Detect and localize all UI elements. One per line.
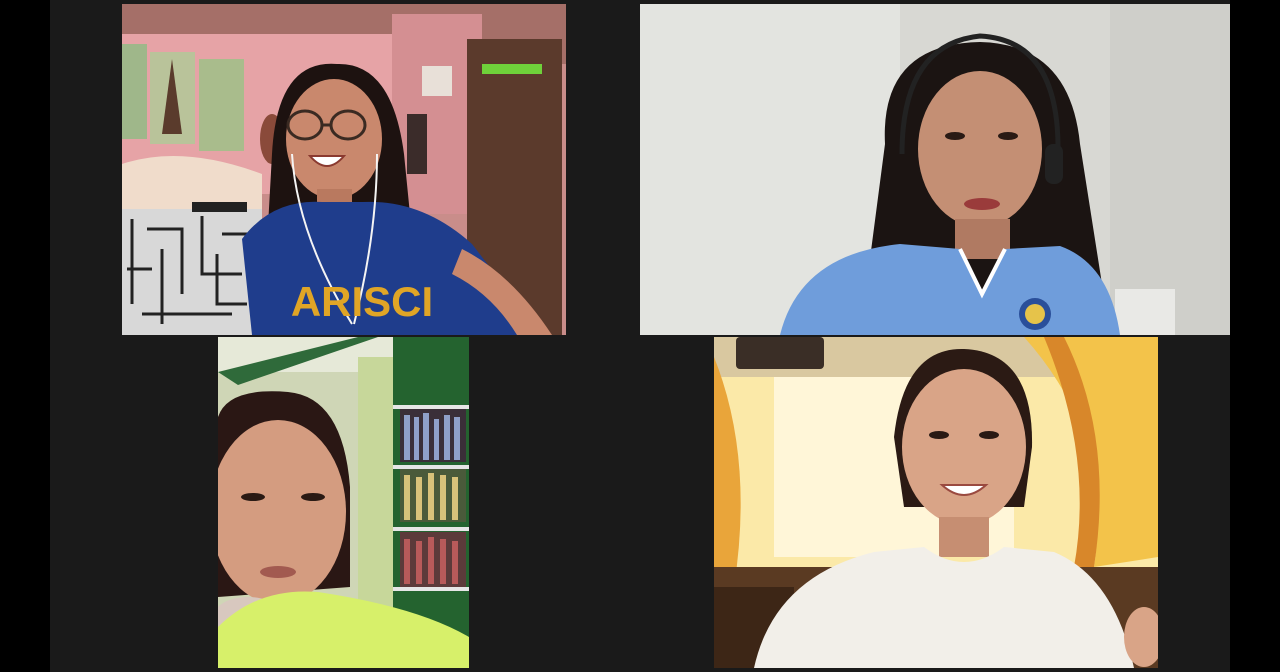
shirt-text: ARISCI — [291, 278, 433, 325]
participant-video-top-left[interactable]: ARISCI — [122, 4, 566, 335]
participant-video-bottom-right[interactable] — [714, 337, 1158, 668]
video-feed-icon: ARISCI — [122, 4, 566, 335]
video-feed-icon — [640, 4, 1230, 335]
video-feed-icon — [714, 337, 1158, 668]
participant-video-top-right[interactable] — [640, 4, 1230, 335]
video-feed-icon — [218, 337, 469, 668]
participant-video-bottom-left[interactable] — [218, 337, 469, 668]
